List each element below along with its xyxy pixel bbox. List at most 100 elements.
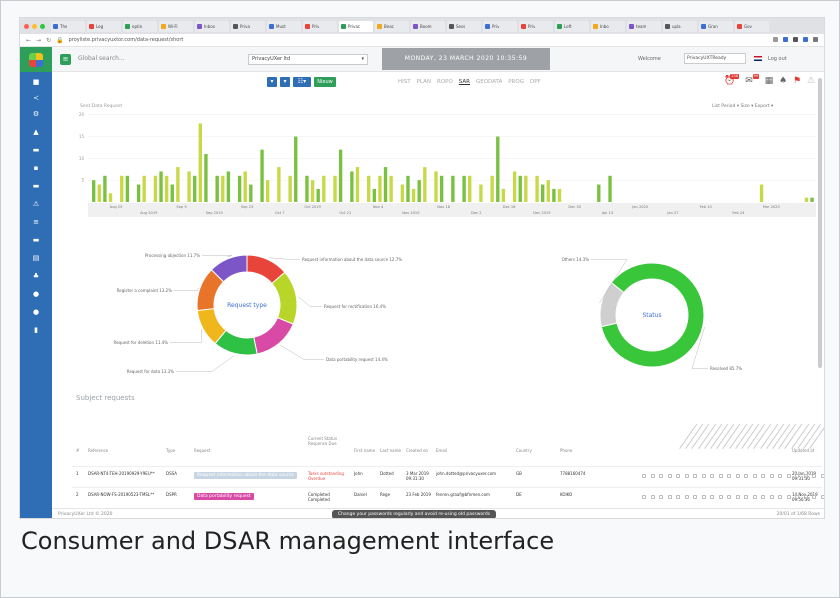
checkbox[interactable]	[752, 474, 757, 478]
tab-hist[interactable]: HIST	[398, 79, 411, 85]
tab-prog[interactable]: PROG	[508, 79, 524, 85]
location-icon[interactable]: ●	[32, 308, 40, 316]
bar[interactable]	[92, 180, 96, 202]
checkbox[interactable]	[778, 474, 782, 478]
column-header[interactable]: Country	[516, 448, 542, 453]
checkbox[interactable]	[727, 474, 731, 478]
bar[interactable]	[372, 188, 376, 202]
column-header[interactable]: First name	[354, 448, 380, 453]
checkbox[interactable]	[761, 474, 765, 478]
maximize-window-button[interactable]	[40, 23, 45, 29]
table-row[interactable]: 2 DSAR-NOW-FS-20190523-TMSL** DSPR Complete…	[72, 487, 824, 506]
bar[interactable]	[462, 175, 466, 202]
browser-tab[interactable]: Wi-Fi	[159, 20, 193, 32]
checkbox[interactable]	[769, 474, 774, 478]
table-row[interactable]: 1 DSAR-NT4-TEH-20190929-Y9EU** DSSA Tasks o…	[72, 466, 824, 485]
bar[interactable]	[187, 171, 191, 202]
checkbox[interactable]	[676, 495, 680, 499]
request-type-pill[interactable]: Request information about the data sourc…	[194, 472, 297, 479]
bar[interactable]	[125, 175, 130, 202]
bar[interactable]	[810, 197, 814, 202]
browser-tab[interactable]: Sess	[447, 20, 481, 32]
checkbox[interactable]	[735, 474, 740, 478]
browser-tab[interactable]: Log	[87, 20, 121, 32]
bar[interactable]	[288, 175, 292, 202]
share-icon[interactable]: ≺	[32, 94, 40, 102]
profile-icon[interactable]	[803, 37, 808, 42]
report-icon[interactable]: ▤	[32, 254, 40, 262]
bar[interactable]	[226, 171, 231, 202]
bar[interactable]	[423, 167, 427, 202]
kebab-menu-icon[interactable]	[813, 37, 818, 42]
column-header[interactable]: Reference	[88, 448, 114, 453]
bar[interactable]	[451, 175, 455, 202]
settings-icon[interactable]: ⚙	[32, 110, 40, 118]
bar[interactable]	[535, 175, 539, 202]
bar[interactable]	[389, 175, 393, 202]
close-window-button[interactable]	[24, 23, 29, 29]
checkbox[interactable]	[744, 474, 748, 478]
tab-dpf[interactable]: DPF	[530, 79, 541, 85]
checkbox[interactable]	[659, 474, 663, 478]
checkbox[interactable]	[701, 474, 706, 478]
bar[interactable]	[496, 136, 500, 202]
lock-icon[interactable]: ▲	[32, 128, 40, 136]
user-select[interactable]: PrivacyUXTReady	[684, 53, 746, 64]
checkbox[interactable]	[710, 495, 714, 499]
bar[interactable]	[153, 175, 158, 202]
mail-icon[interactable]: ✉ 99	[744, 74, 759, 87]
bar[interactable]	[552, 188, 556, 202]
bar[interactable]	[159, 171, 163, 202]
checkbox[interactable]	[786, 474, 791, 478]
checkbox[interactable]	[693, 474, 697, 478]
bar[interactable]	[103, 175, 107, 202]
folder-icon[interactable]: ▬	[32, 146, 40, 154]
donut-slice[interactable]	[599, 281, 625, 328]
bar[interactable]	[97, 184, 101, 202]
browser-tab[interactable]: Priv	[303, 20, 337, 32]
column-header[interactable]: Phone	[560, 448, 586, 453]
bar[interactable]	[215, 175, 219, 202]
column-header[interactable]: Last name	[380, 448, 406, 453]
bar[interactable]	[237, 175, 242, 202]
alert-icon[interactable]: ⚠	[806, 75, 816, 87]
checkbox[interactable]	[642, 495, 646, 499]
checkbox[interactable]	[803, 495, 808, 499]
checkbox[interactable]	[735, 495, 740, 499]
checkbox[interactable]	[795, 474, 799, 478]
bar[interactable]	[597, 184, 601, 202]
reload-icon[interactable]: ↻	[46, 37, 51, 44]
checkbox[interactable]	[786, 495, 791, 499]
inbox-icon[interactable]: ▬	[32, 182, 40, 190]
tab-sar[interactable]: SAR	[459, 79, 470, 85]
checkbox[interactable]	[812, 495, 816, 499]
checkbox[interactable]	[693, 495, 697, 499]
checkbox[interactable]	[744, 495, 748, 499]
new-button[interactable]: Nieuw	[314, 77, 336, 87]
bar[interactable]	[378, 175, 382, 202]
browser-tab[interactable]: upla	[663, 20, 697, 32]
column-header[interactable]: Current Status Response Due	[308, 436, 344, 446]
checkbox[interactable]	[684, 495, 689, 499]
browser-tab[interactable]: Loft	[555, 20, 589, 32]
checkbox[interactable]	[727, 495, 731, 499]
bar[interactable]	[249, 184, 253, 202]
globe-icon[interactable]: ●	[32, 290, 40, 298]
logout-link[interactable]: Log out	[768, 56, 787, 62]
browser-tab[interactable]: Boom	[411, 20, 445, 32]
grid-button[interactable]: ☷▾	[293, 77, 311, 87]
bar[interactable]	[524, 175, 528, 202]
bar[interactable]	[243, 171, 247, 202]
alarm-icon[interactable]: ⏰ 238	[724, 74, 739, 87]
checkbox[interactable]	[752, 495, 757, 499]
browser-tab[interactable]: Gran	[699, 20, 733, 32]
browser-tab[interactable]: The	[51, 20, 85, 32]
bar[interactable]	[759, 184, 764, 202]
checkbox[interactable]	[820, 495, 824, 499]
app-logo[interactable]	[20, 47, 52, 72]
uk-flag-icon[interactable]	[754, 56, 762, 61]
bar[interactable]	[108, 193, 113, 202]
bar[interactable]	[439, 175, 444, 202]
checkbox[interactable]	[718, 474, 723, 478]
browser-tab[interactable]: Priv	[483, 20, 517, 32]
